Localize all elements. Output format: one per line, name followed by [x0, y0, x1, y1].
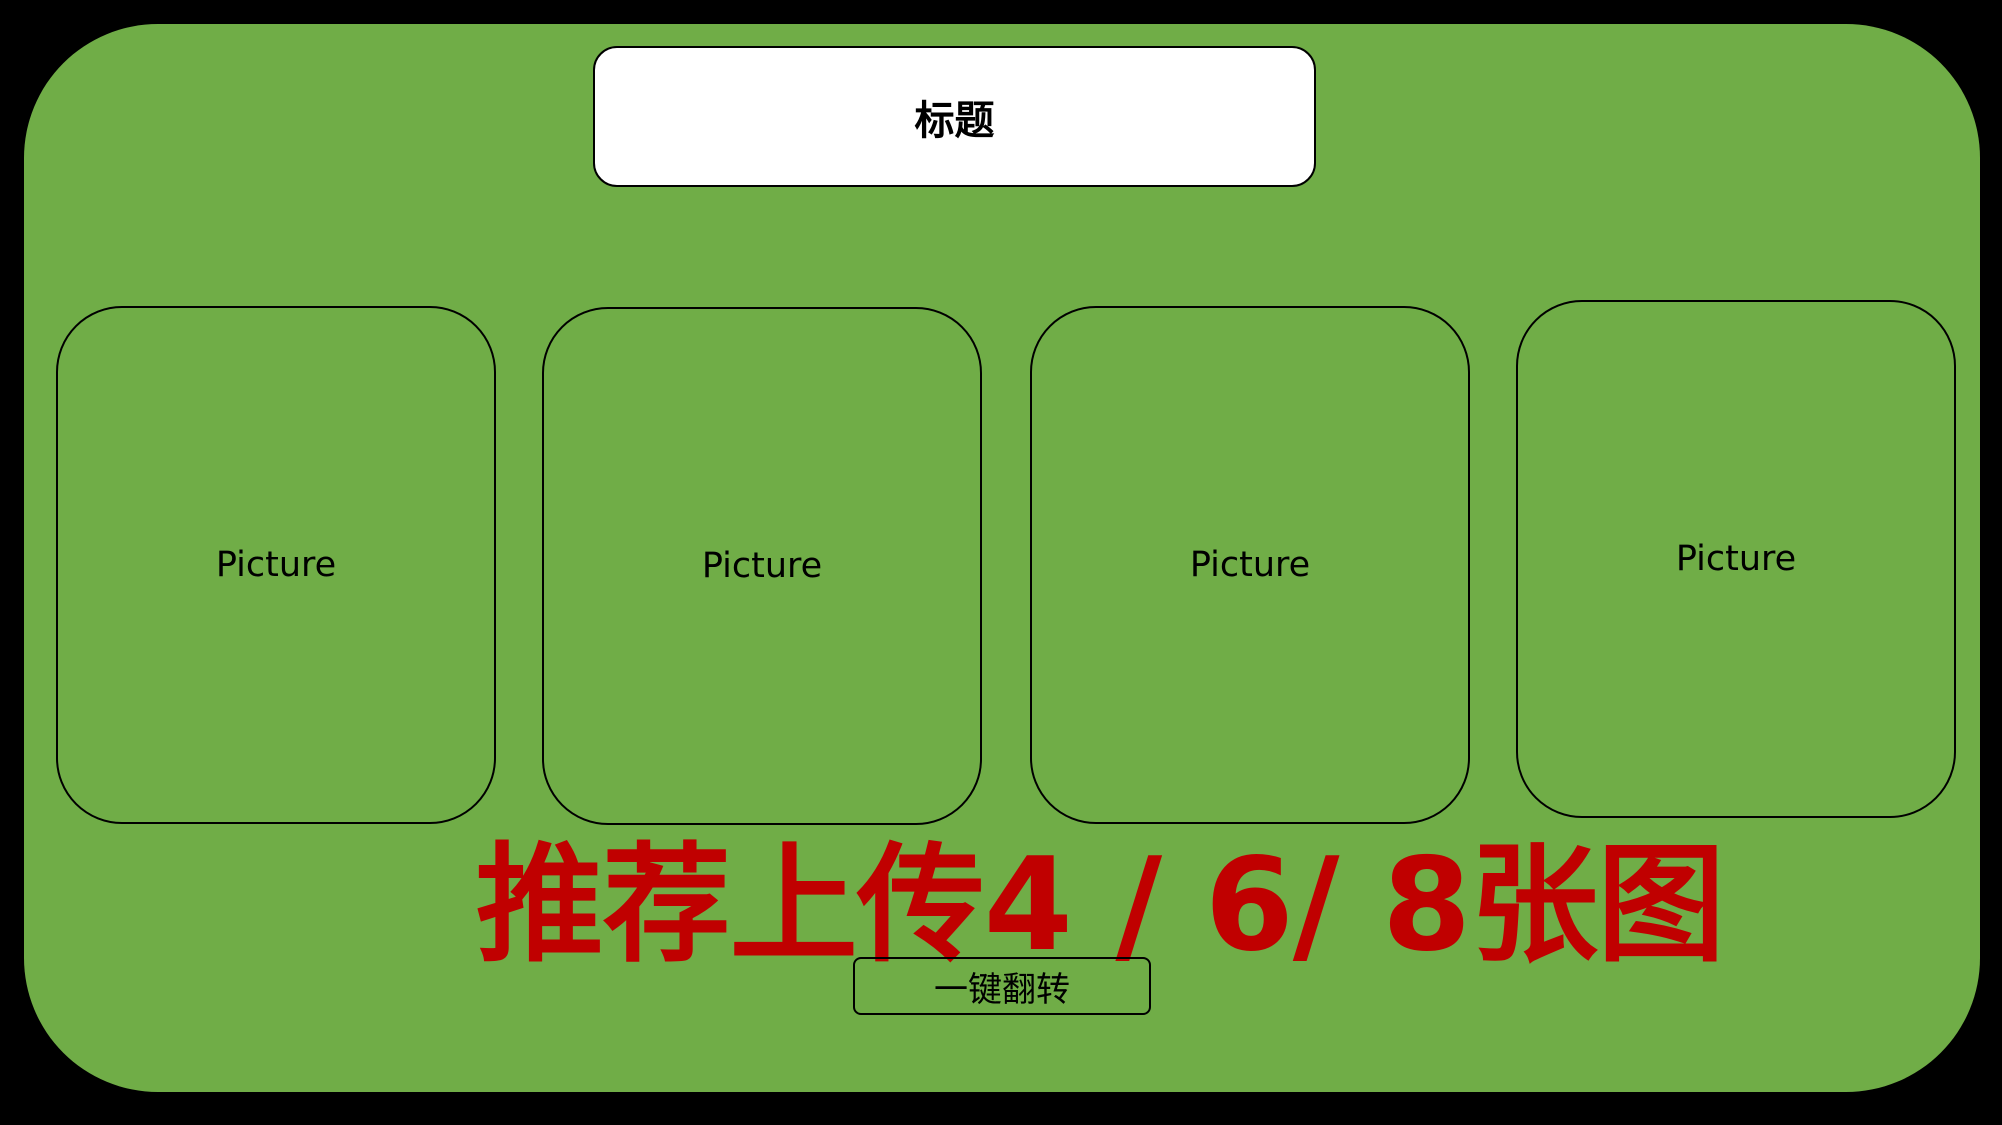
flip-all-button[interactable]: 一键翻转	[853, 957, 1151, 1015]
page-title: 标题	[593, 46, 1316, 187]
page-title-text: 标题	[914, 97, 995, 144]
picture-card-4[interactable]: Picture	[1516, 300, 1956, 818]
picture-placeholder-label: Picture	[1189, 545, 1311, 585]
picture-placeholder-label: Picture	[701, 546, 823, 586]
picture-placeholder-label: Picture	[1675, 539, 1797, 579]
picture-card-2[interactable]: Picture	[542, 307, 982, 825]
picture-card-1[interactable]: Picture	[56, 306, 496, 824]
picture-card-3[interactable]: Picture	[1030, 306, 1470, 824]
picture-placeholder-label: Picture	[215, 545, 337, 585]
upload-recommendation-notice: 推荐上传4 / 6/ 8张图	[475, 830, 1725, 980]
stage: 标题 Picture Picture Picture Picture 推荐上传4…	[0, 0, 2002, 1125]
flip-all-button-label: 一键翻转	[934, 969, 1070, 1010]
